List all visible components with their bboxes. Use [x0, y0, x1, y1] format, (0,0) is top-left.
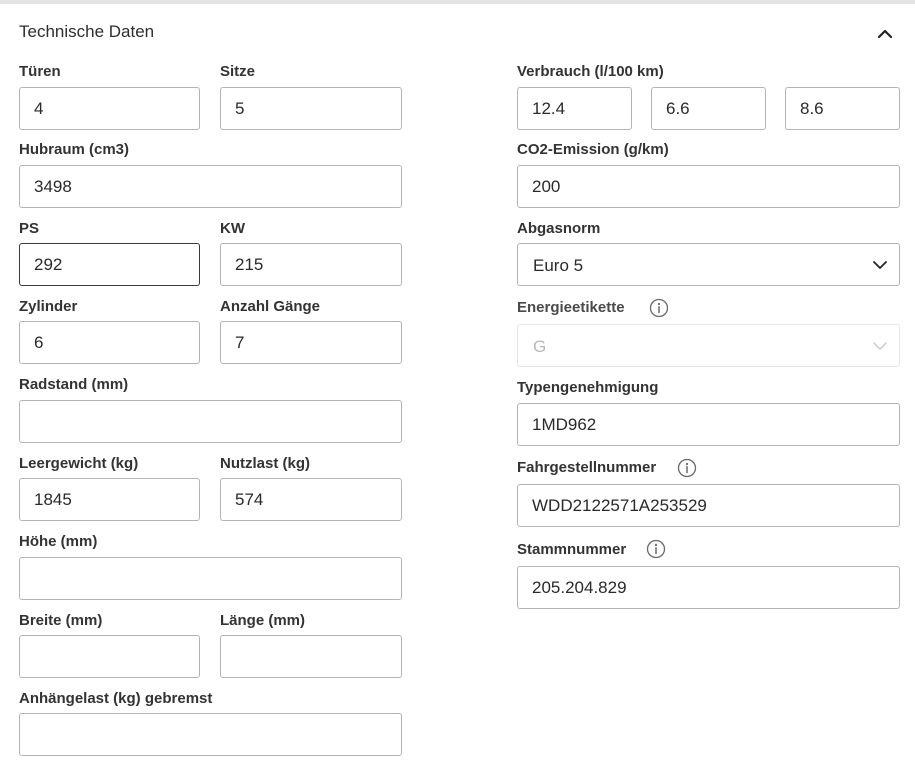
consumption-label: Verbrauch (l/100 km) [517, 63, 664, 80]
chevron-down-icon [871, 256, 889, 279]
kw-input[interactable] [220, 243, 402, 286]
cylinders-label: Zylinder [19, 298, 78, 315]
panel-title: Technische Daten [19, 22, 155, 41]
emission-norm-label: Abgasnorm [517, 220, 601, 237]
energy-label-label: Energieetikette [517, 299, 625, 316]
info-circle-icon[interactable] [677, 458, 697, 478]
chevron-down-icon [871, 337, 889, 360]
doors-input[interactable] [19, 87, 200, 130]
vin-label: Fahrgestellnummer [517, 459, 657, 476]
co2-input[interactable] [517, 165, 900, 208]
curb-weight-input[interactable] [19, 478, 200, 521]
kw-label: KW [220, 220, 245, 237]
consumption-urban-input[interactable] [517, 87, 632, 130]
info-circle-icon[interactable] [646, 539, 666, 559]
master-number-input[interactable] [517, 566, 900, 609]
master-number-label: Stammnummer [517, 541, 627, 558]
width-label: Breite (mm) [19, 612, 103, 629]
height-label: Höhe (mm) [19, 533, 98, 550]
trailer-load-label: Anhängelast (kg) gebremst [19, 690, 213, 707]
trailer-load-input[interactable] [19, 713, 402, 756]
seats-label: Sitze [220, 63, 256, 80]
energy-label-value: G [533, 337, 547, 356]
payload-input[interactable] [220, 478, 402, 521]
wheelbase-input[interactable] [19, 400, 402, 443]
energy-label-select: G [517, 324, 900, 367]
gears-label: Anzahl Gänge [220, 298, 321, 315]
collapse-button[interactable] [870, 22, 900, 44]
consumption-combined-input[interactable] [785, 87, 900, 130]
payload-label: Nutzlast (kg) [220, 455, 310, 472]
consumption-extraurban-input[interactable] [651, 87, 766, 130]
panel-top-border [0, 0, 915, 4]
cylinders-input[interactable] [19, 321, 200, 364]
gears-input[interactable] [220, 321, 402, 364]
displacement-input[interactable] [19, 165, 402, 208]
type-approval-label: Typengenehmigung [517, 379, 659, 396]
co2-label: CO2-Emission (g/km) [517, 141, 669, 158]
length-label: Länge (mm) [220, 612, 306, 629]
emission-norm-value: Euro 5 [533, 256, 584, 275]
displacement-label: Hubraum (cm3) [19, 141, 130, 158]
wheelbase-label: Radstand (mm) [19, 376, 129, 393]
length-input[interactable] [220, 635, 402, 678]
info-circle-icon[interactable] [649, 298, 669, 318]
curb-weight-label: Leergewicht (kg) [19, 455, 139, 472]
emission-norm-select[interactable]: Euro 5 [517, 243, 900, 286]
ps-label: PS [19, 220, 40, 237]
ps-input[interactable] [19, 243, 200, 286]
seats-input[interactable] [220, 87, 402, 130]
doors-label: Türen [19, 63, 61, 80]
width-input[interactable] [19, 635, 200, 678]
height-input[interactable] [19, 557, 402, 600]
vin-input[interactable] [517, 484, 900, 527]
type-approval-input[interactable] [517, 403, 900, 446]
chevron-up-icon [877, 29, 893, 39]
